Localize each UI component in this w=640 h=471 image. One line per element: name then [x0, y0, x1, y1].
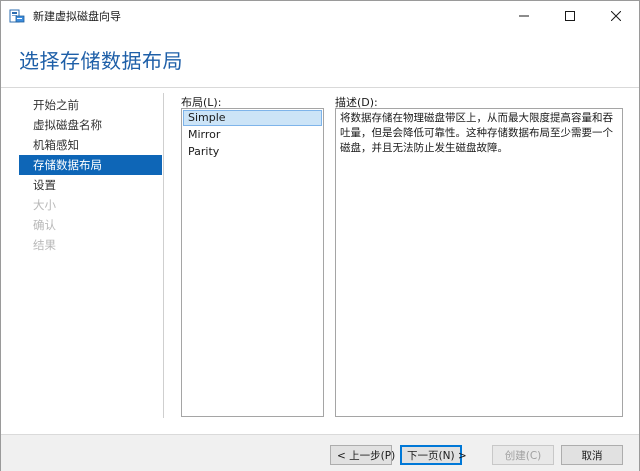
- disk-wizard-icon: [9, 8, 25, 24]
- header-divider: [1, 87, 639, 88]
- close-icon: [611, 11, 621, 21]
- window-title: 新建虚拟磁盘向导: [33, 10, 121, 23]
- minimize-button[interactable]: [501, 1, 547, 31]
- description-text: 将数据存储在物理磁盘带区上，从而最大限度提高容量和吞吐量，但是会降低可靠性。这种…: [340, 112, 613, 154]
- nav-item-before-you-begin[interactable]: 开始之前: [19, 95, 162, 115]
- close-button[interactable]: [593, 1, 639, 31]
- layout-option-simple[interactable]: Simple: [183, 110, 322, 126]
- wizard-step-nav: 开始之前 虚拟磁盘名称 机箱感知 存储数据布局 设置 大小 确认 结果: [19, 95, 162, 255]
- nav-item-enclosure-awareness[interactable]: 机箱感知: [19, 135, 162, 155]
- nav-item-settings[interactable]: 设置: [19, 175, 162, 195]
- layout-option-mirror[interactable]: Mirror: [183, 127, 322, 143]
- nav-item-results: 结果: [33, 238, 56, 252]
- previous-button[interactable]: < 上一步(P): [330, 445, 395, 465]
- cancel-button[interactable]: 取消: [561, 445, 623, 465]
- next-button[interactable]: 下一页(N) >: [400, 445, 467, 465]
- nav-item-storage-layout[interactable]: 存储数据布局: [19, 155, 162, 175]
- nav-divider: [163, 93, 164, 418]
- nav-item-confirmation: 确认: [33, 218, 56, 232]
- page-title: 选择存储数据布局: [19, 49, 183, 73]
- layout-listbox[interactable]: Simple Mirror Parity: [181, 108, 324, 417]
- layout-option-parity[interactable]: Parity: [183, 144, 322, 160]
- description-box: 将数据存储在物理磁盘带区上，从而最大限度提高容量和吞吐量，但是会降低可靠性。这种…: [335, 108, 623, 417]
- minimize-icon: [519, 15, 529, 17]
- maximize-button[interactable]: [547, 1, 593, 31]
- maximize-icon: [565, 11, 575, 21]
- wizard-window: 新建虚拟磁盘向导 选择存储数据布局 开始之前 虚拟磁盘名称 机箱感知 存储数据布…: [0, 0, 640, 471]
- button-bar: < 上一步(P) 下一页(N) > 创建(C) 取消: [1, 434, 639, 471]
- nav-item-virtual-disk-name[interactable]: 虚拟磁盘名称: [19, 115, 162, 135]
- create-button: 创建(C): [492, 445, 554, 465]
- title-bar[interactable]: 新建虚拟磁盘向导: [1, 1, 639, 31]
- nav-item-size: 大小: [33, 198, 56, 212]
